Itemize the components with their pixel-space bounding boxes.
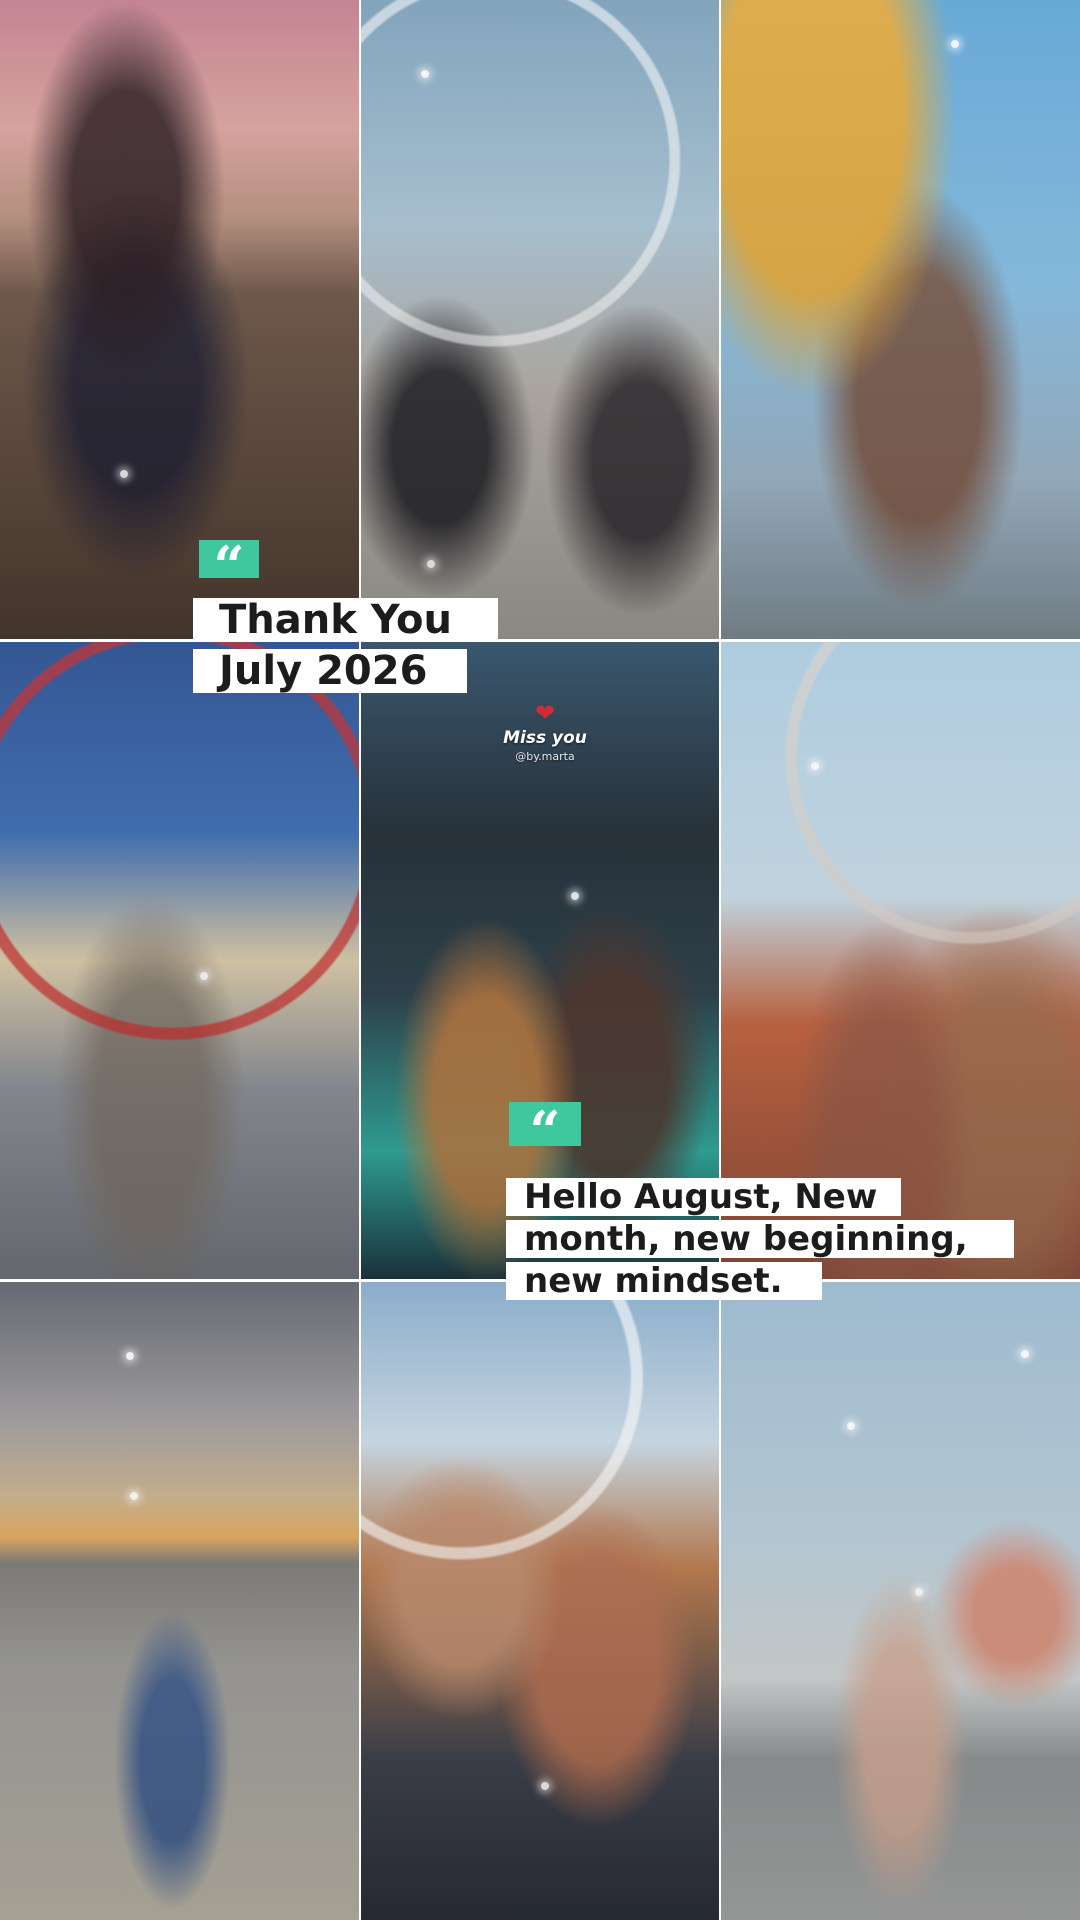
sparkle-icon [130, 1492, 138, 1500]
quote-line: month, new beginning, [506, 1220, 1014, 1258]
sparkle-icon [421, 70, 429, 78]
quote-marks-icon: “ [509, 1102, 581, 1158]
sparkle-icon [126, 1352, 134, 1360]
miss-you-sticker: ❤ Miss you @by.marta [490, 700, 600, 764]
collage-canvas: ❤ Miss you @by.marta “ Thank You July 20… [0, 0, 1080, 1920]
quote-line: July 2026 [193, 649, 467, 693]
sparkle-icon [811, 762, 819, 770]
photo-holding-hands-ferris-wheel [361, 0, 719, 639]
photo-hugging-boardwalk [0, 642, 359, 1279]
sparkle-icon [427, 560, 435, 568]
sparkle-icon [541, 1782, 549, 1790]
photo-piggyback-beach-sunset [0, 0, 359, 639]
photo-piggyback-swing-ride [721, 0, 1080, 639]
sparkle-icon [951, 40, 959, 48]
sparkle-icon [847, 1422, 855, 1430]
broken-heart-icon: ❤ [534, 699, 556, 727]
sparkle-icon [1021, 1350, 1029, 1358]
sticker-handle: @by.marta [515, 750, 575, 763]
quote-line: new mindset. [506, 1262, 822, 1300]
quote-line: Thank You [193, 598, 498, 642]
quote-line: Hello August, New [506, 1178, 901, 1216]
photo-parking-lot-sunset [0, 1282, 359, 1920]
photo-fairground-posing [721, 1282, 1080, 1920]
sparkle-icon [915, 1588, 923, 1596]
sparkle-icon [120, 470, 128, 478]
sparkle-icon [200, 972, 208, 980]
sparkle-icon [571, 892, 579, 900]
quote-marks-icon: “ [199, 539, 259, 593]
photo-ice-cream-amusement-park [361, 1282, 719, 1920]
sticker-title: Miss you [503, 728, 587, 748]
